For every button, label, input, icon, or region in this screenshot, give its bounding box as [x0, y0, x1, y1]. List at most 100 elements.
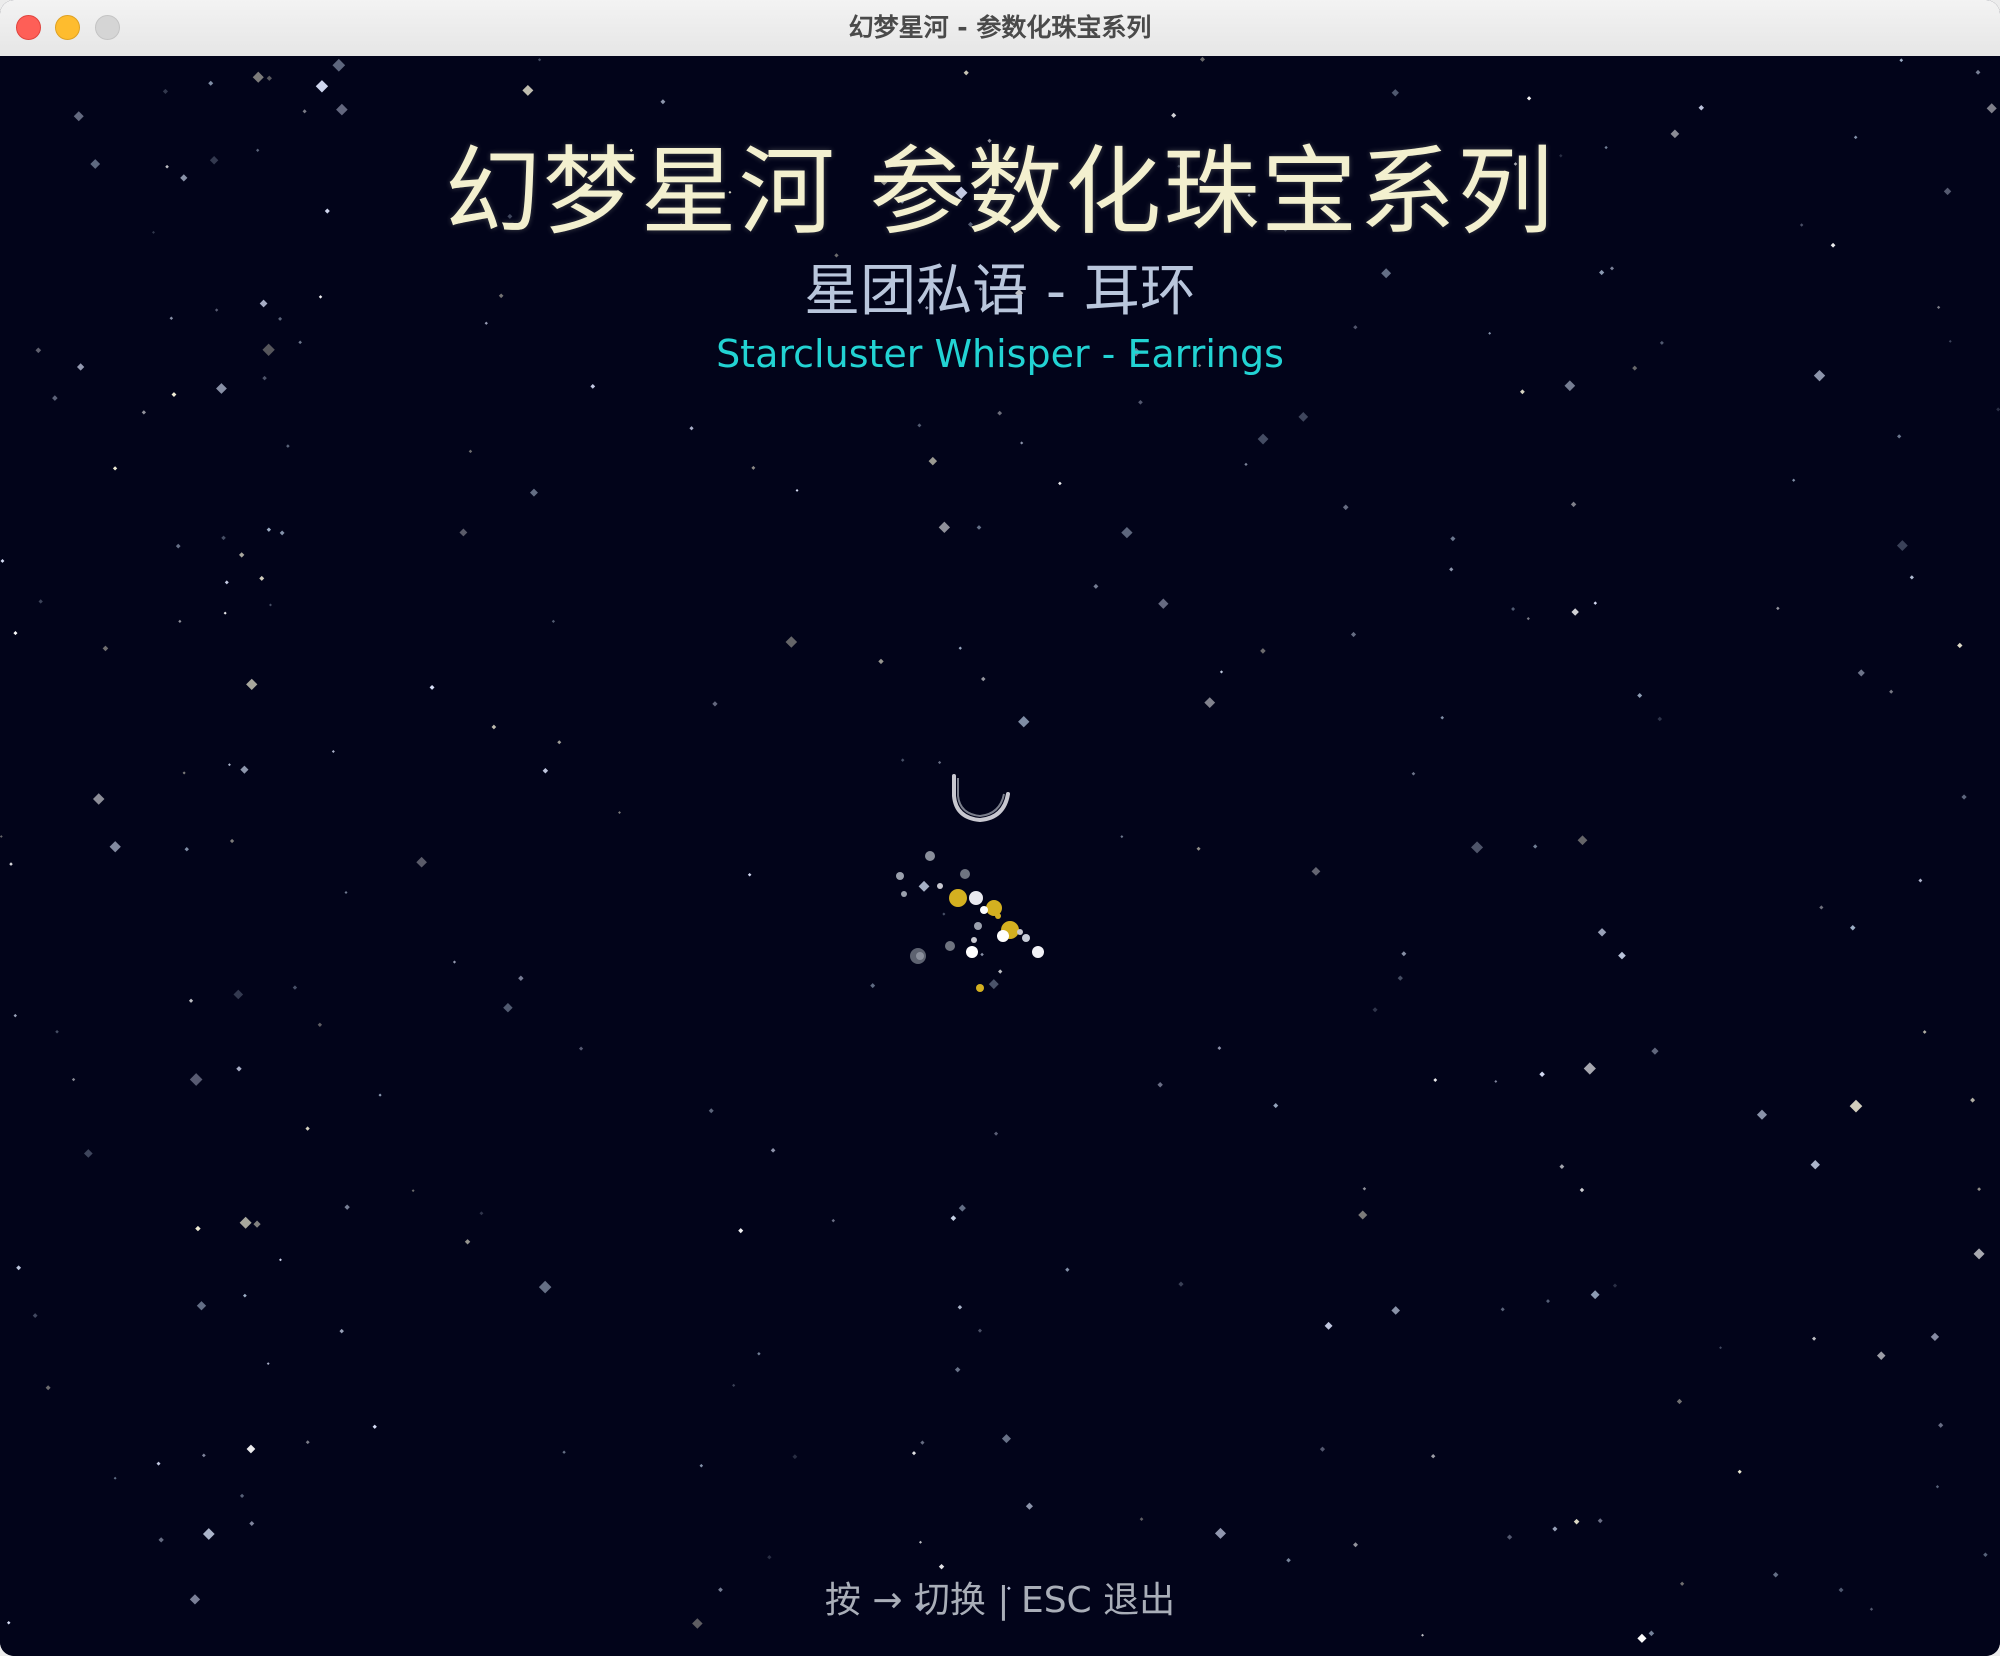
star — [372, 1424, 377, 1429]
star — [757, 1352, 761, 1356]
gem — [976, 984, 984, 992]
gem — [945, 941, 955, 951]
keyboard-hint: 按 → 切换 | ESC 退出 — [824, 1580, 1176, 1621]
star — [1612, 1283, 1618, 1288]
star — [184, 846, 189, 852]
star — [503, 1002, 513, 1013]
star — [522, 84, 534, 96]
star — [269, 603, 272, 607]
star — [13, 631, 18, 636]
star — [1471, 841, 1484, 854]
star — [878, 658, 884, 665]
star — [236, 1066, 242, 1072]
star — [1676, 1398, 1683, 1405]
gem — [1017, 929, 1023, 935]
star — [1120, 835, 1124, 839]
star — [1973, 1248, 1985, 1260]
star — [911, 1451, 917, 1456]
star — [997, 410, 1003, 416]
star — [1938, 1422, 1944, 1428]
star — [1324, 1321, 1333, 1330]
star — [279, 530, 285, 536]
earring-hook-inner — [957, 778, 1005, 818]
star — [738, 1228, 744, 1234]
star — [1539, 1071, 1545, 1078]
star — [113, 1476, 117, 1480]
star — [52, 395, 58, 401]
star — [55, 1029, 59, 1034]
gem — [916, 952, 924, 960]
star — [1511, 607, 1516, 611]
star — [305, 1126, 310, 1131]
star — [1025, 1502, 1033, 1510]
star — [1526, 96, 1532, 101]
star — [38, 599, 43, 604]
star — [1319, 1446, 1326, 1452]
star — [252, 71, 264, 83]
gem — [969, 891, 983, 905]
star — [178, 619, 182, 623]
star — [0, 559, 5, 563]
star — [171, 392, 177, 397]
star — [162, 88, 169, 95]
star — [188, 998, 194, 1003]
star — [416, 856, 427, 868]
star — [452, 960, 457, 964]
star — [102, 645, 109, 652]
star — [976, 525, 982, 530]
star — [917, 423, 922, 428]
star — [1397, 975, 1403, 981]
star — [1983, 1552, 1988, 1558]
star — [1353, 1542, 1359, 1548]
star — [1899, 58, 1904, 63]
star — [767, 1555, 772, 1560]
window-title: 幻梦星河 - 参数化珠宝系列 — [848, 13, 1152, 42]
star — [1219, 670, 1224, 674]
star — [958, 1204, 966, 1212]
star — [1298, 412, 1309, 422]
star — [1257, 433, 1269, 445]
star — [249, 1520, 255, 1526]
star — [557, 740, 562, 745]
star — [302, 109, 307, 114]
star — [1618, 951, 1626, 960]
star — [1896, 540, 1908, 551]
star — [1776, 606, 1780, 611]
gem — [949, 889, 967, 907]
star — [109, 841, 121, 853]
star — [45, 1385, 51, 1391]
star — [1358, 1210, 1368, 1220]
star — [292, 985, 298, 990]
star — [317, 1022, 323, 1027]
star — [980, 676, 986, 682]
star — [1362, 1187, 1367, 1191]
star — [491, 724, 497, 730]
star — [459, 528, 468, 537]
star — [1065, 1267, 1070, 1272]
star — [1138, 399, 1143, 405]
star — [1850, 925, 1856, 931]
star — [1597, 1518, 1603, 1524]
star — [792, 1454, 798, 1460]
star — [1957, 642, 1963, 649]
star — [1849, 1099, 1863, 1113]
title-bar: 幻梦星河 - 参数化珠宝系列 — [0, 0, 2000, 57]
star — [1342, 504, 1349, 511]
star — [954, 1366, 961, 1373]
star — [920, 1440, 925, 1445]
star — [1260, 648, 1266, 654]
scene-canvas[interactable]: 幻梦星河 参数化珠宝系列 星团私语 - 耳环 Starcluster Whisp… — [0, 56, 2000, 1656]
star — [259, 575, 265, 581]
subtitle-chinese: 星团私语 - 耳环 — [804, 259, 1196, 324]
star — [158, 1537, 164, 1543]
star — [16, 1265, 22, 1271]
star — [9, 862, 13, 866]
gem — [937, 883, 943, 889]
gem — [925, 851, 935, 861]
star — [223, 611, 227, 615]
star — [266, 527, 272, 532]
star — [1421, 1633, 1424, 1637]
star — [266, 75, 272, 81]
star — [1494, 1080, 1498, 1083]
star — [1876, 1351, 1886, 1360]
